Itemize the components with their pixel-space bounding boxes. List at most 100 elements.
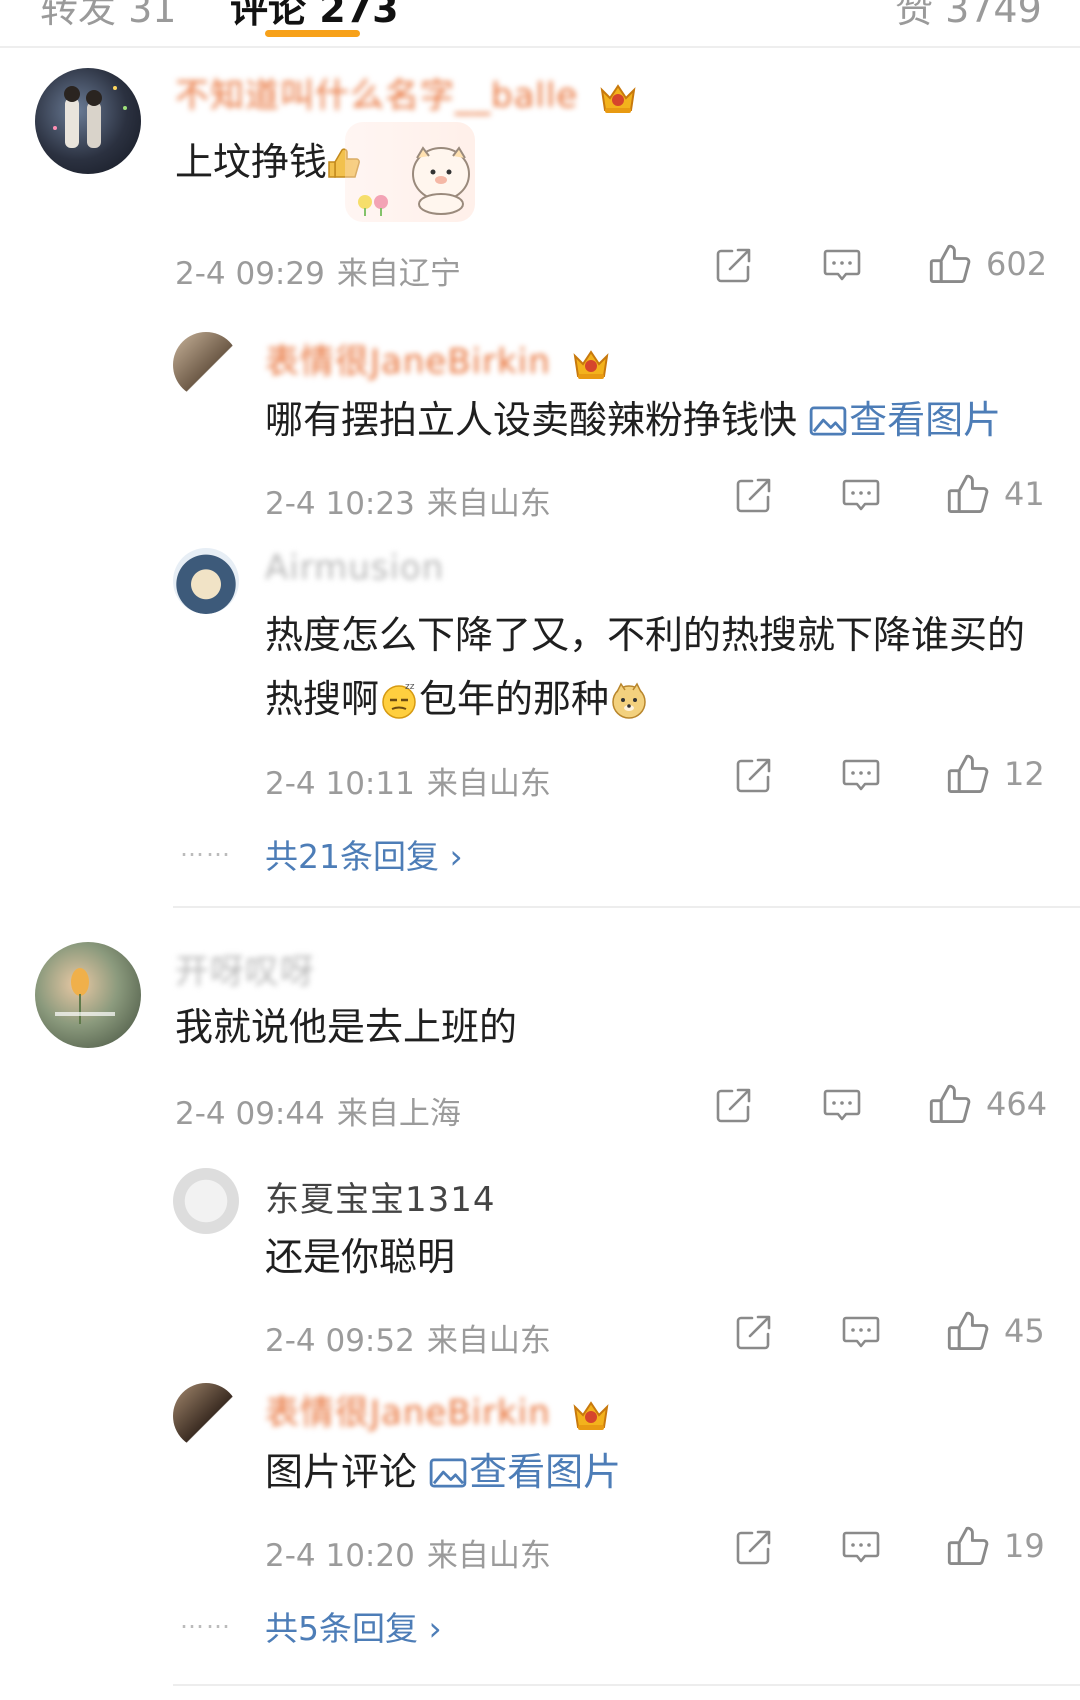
share-button[interactable] (734, 475, 774, 515)
comment-location: 来自辽宁 (336, 256, 461, 292)
reply-location: 来自山东 (426, 1538, 551, 1574)
reply-username[interactable]: Airmusion (265, 548, 444, 588)
comment-icon (841, 755, 881, 795)
comment-icon (822, 1085, 862, 1125)
share-icon (734, 475, 774, 515)
thumbs-up-icon (946, 472, 990, 516)
reply-button[interactable] (841, 1527, 881, 1567)
reply-text: 热度怎么下降了又，不利的热搜就下降谁买的热搜啊 zz 包年的那种 (265, 603, 1025, 739)
view-more-replies-link[interactable]: 共5条回复 › (265, 1602, 442, 1650)
view-more-replies-link[interactable]: 共21条回复 › (265, 830, 463, 878)
comment-divider (173, 1684, 1080, 1686)
like-count: 12 (1004, 755, 1045, 793)
active-tab-indicator (265, 30, 360, 37)
reply-text: 哪有摆拍立人设卖酸辣粉挣钱快 查看图片 (265, 398, 1002, 442)
like-count: 45 (1004, 1312, 1045, 1350)
doge-emoji-icon (609, 675, 649, 739)
comment-meta: 2-4 09:29 来自辽宁 (175, 248, 461, 293)
comment-text: 上坟挣钱 (175, 130, 365, 202)
reply-meta: 2-4 10:11 来自山东 (265, 758, 551, 803)
reply-meta: 2-4 10:20 来自山东 (265, 1530, 551, 1575)
share-button[interactable] (714, 1085, 754, 1125)
tab-likes[interactable]: 赞 3749 (895, 0, 1042, 33)
picture-icon (429, 1458, 467, 1488)
avatar[interactable] (35, 942, 141, 1048)
avatar[interactable] (173, 1168, 239, 1234)
reply-username[interactable]: 表情很JaneBirkin (265, 1385, 611, 1434)
like-count: 41 (1004, 475, 1045, 513)
reply-thread-dots: …… (180, 1606, 232, 1634)
reply-meta: 2-4 09:52 来自山东 (265, 1315, 551, 1360)
comment-text: 我就说他是去上班的 (175, 1005, 518, 1049)
dizzy-face-emoji-icon: zz (379, 675, 419, 739)
share-button[interactable] (734, 755, 774, 795)
tab-comments[interactable]: 评论 273 (230, 0, 399, 33)
comment-time: 2-4 09:29 (175, 256, 325, 292)
share-icon (734, 755, 774, 795)
crown-badge-icon (571, 346, 611, 382)
reply-text: 图片评论 查看图片 (265, 1450, 622, 1494)
share-button[interactable] (734, 1312, 774, 1352)
like-button[interactable]: 19 (946, 1524, 1045, 1568)
crown-badge-icon (598, 80, 638, 116)
like-button[interactable]: 12 (946, 752, 1045, 796)
reply-thread-dots: …… (180, 834, 232, 862)
thumbs-up-icon (946, 1524, 990, 1568)
reply-location: 来自山东 (426, 766, 551, 802)
comment-icon (822, 245, 862, 285)
comment-username[interactable]: 不知道叫什么名字__balle (175, 68, 638, 117)
share-icon (734, 1312, 774, 1352)
reply-button[interactable] (822, 245, 862, 285)
svg-text:zz: zz (405, 682, 415, 692)
reply-button[interactable] (822, 1085, 862, 1125)
like-count: 602 (986, 245, 1048, 283)
reply-time: 2-4 10:20 (265, 1538, 415, 1574)
share-icon (714, 1085, 754, 1125)
view-image-link[interactable]: 查看图片 (429, 1450, 621, 1494)
comment-divider (173, 906, 1080, 908)
share-button[interactable] (734, 1527, 774, 1567)
share-button[interactable] (714, 245, 754, 285)
crown-badge-icon (571, 1397, 611, 1433)
reply-location: 来自山东 (426, 1323, 551, 1359)
comment-time: 2-4 09:44 (175, 1096, 325, 1132)
reply-username[interactable]: 表情很JaneBirkin (265, 334, 611, 383)
thumbs-up-icon (946, 1309, 990, 1353)
tab-bar: 转发 31 评论 273 赞 3749 (0, 0, 1080, 48)
pig-sticker-image (345, 122, 475, 222)
comment-icon (841, 475, 881, 515)
avatar[interactable] (35, 68, 141, 174)
thumbs-up-icon (928, 1082, 972, 1126)
reply-button[interactable] (841, 1312, 881, 1352)
thumbs-up-icon (946, 752, 990, 796)
reply-meta: 2-4 10:23 来自山东 (265, 478, 551, 523)
view-image-link[interactable]: 查看图片 (809, 398, 1001, 442)
like-count: 19 (1004, 1527, 1045, 1565)
reply-button[interactable] (841, 475, 881, 515)
like-button[interactable]: 602 (928, 242, 1047, 286)
reply-text: 还是你聪明 (265, 1235, 456, 1279)
like-button[interactable]: 45 (946, 1309, 1045, 1353)
avatar[interactable] (173, 548, 239, 614)
reply-location: 来自山东 (426, 486, 551, 522)
like-button[interactable]: 41 (946, 472, 1045, 516)
reply-button[interactable] (841, 755, 881, 795)
reply-time: 2-4 10:11 (265, 766, 415, 802)
reply-time: 2-4 10:23 (265, 486, 415, 522)
avatar[interactable] (173, 1383, 239, 1449)
share-icon (714, 245, 754, 285)
tab-reposts[interactable]: 转发 31 (40, 0, 176, 33)
comment-username[interactable]: 开呀叹呀 (175, 944, 315, 993)
thumbs-up-icon (928, 242, 972, 286)
reply-username[interactable]: 东夏宝宝1314 (265, 1172, 496, 1221)
picture-icon (809, 406, 847, 436)
reply-time: 2-4 09:52 (265, 1323, 415, 1359)
comment-icon (841, 1312, 881, 1352)
avatar[interactable] (173, 332, 239, 398)
like-count: 464 (986, 1085, 1048, 1123)
comment-meta: 2-4 09:44 来自上海 (175, 1088, 461, 1133)
share-icon (734, 1527, 774, 1567)
comment-location: 来自上海 (336, 1096, 461, 1132)
comment-icon (841, 1527, 881, 1567)
like-button[interactable]: 464 (928, 1082, 1047, 1126)
